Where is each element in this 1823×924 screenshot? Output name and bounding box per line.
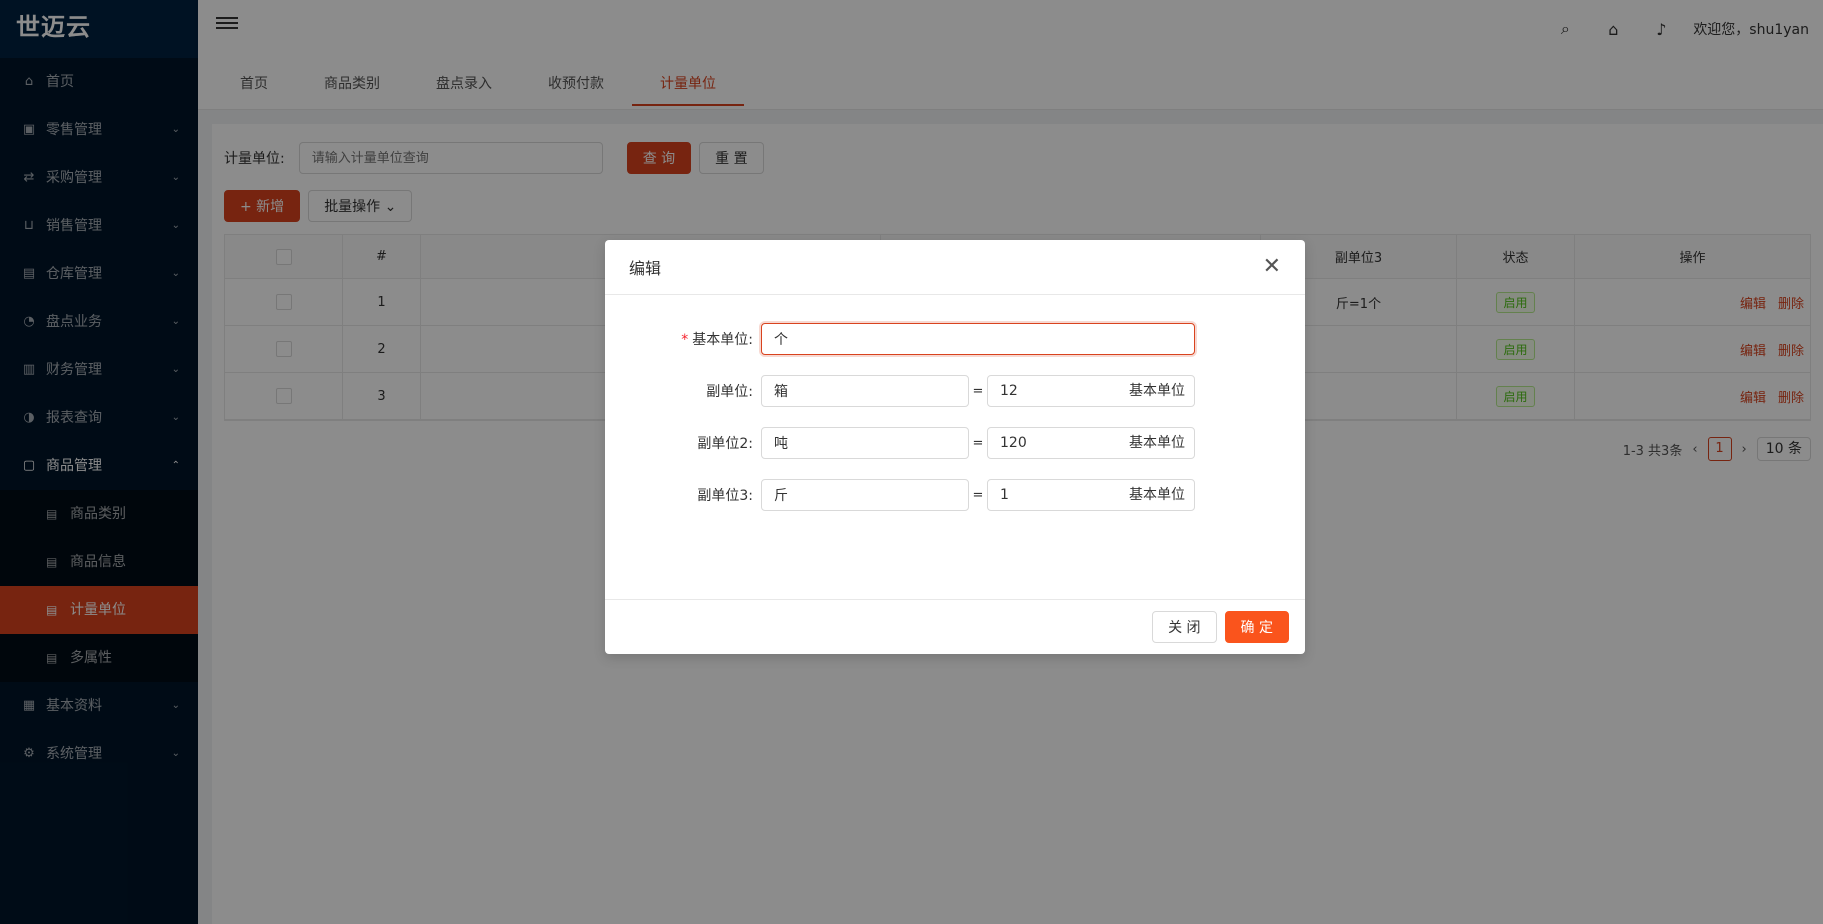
modal-title: 编辑 — [629, 259, 662, 278]
sub-unit-2-input[interactable] — [761, 427, 969, 459]
ratio-suffix: 基本单位 — [1129, 487, 1185, 503]
sub-unit-3-input[interactable] — [761, 479, 969, 511]
sub-unit-2-label: 副单位2: — [697, 436, 753, 452]
sub-unit-row: 副单位: = 基本单位 — [605, 375, 1305, 407]
ratio-suffix: 基本单位 — [1129, 435, 1185, 451]
equals-sign: = — [972, 487, 984, 503]
base-unit-input[interactable] — [761, 323, 1195, 355]
confirm-button[interactable]: 确 定 — [1224, 611, 1289, 643]
close-button[interactable]: 关 闭 — [1152, 611, 1217, 643]
equals-sign: = — [972, 383, 984, 399]
close-icon[interactable]: ✕ — [1263, 256, 1281, 278]
edit-unit-modal: 编辑 ✕ *基本单位: 副单位: = 基本单位 副单位2: = 基本单位 — [605, 240, 1305, 654]
equals-sign: = — [972, 435, 984, 451]
sub-unit-3-row: 副单位3: = 基本单位 — [605, 479, 1305, 511]
base-unit-label: 基本单位: — [692, 332, 753, 348]
required-mark: * — [681, 332, 689, 348]
base-unit-row: * 基本单位: — [605, 323, 1305, 355]
sub-unit-label: 副单位: — [706, 384, 753, 400]
sub-unit-2-row: 副单位2: = 基本单位 — [605, 427, 1305, 459]
sub-unit-input[interactable] — [761, 375, 969, 407]
sub-unit-3-label: 副单位3: — [697, 488, 753, 504]
ratio-suffix: 基本单位 — [1129, 383, 1185, 399]
